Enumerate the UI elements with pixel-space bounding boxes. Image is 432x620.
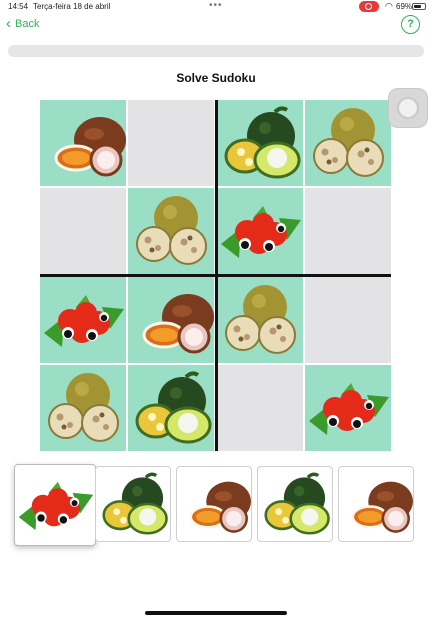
battery-icon [412,3,426,10]
wifi-icon: ◠ [385,1,393,11]
guarana-icon [309,383,389,435]
help-button[interactable]: ? [401,15,420,34]
longan-icon [48,373,119,442]
passion-fruit-icon [54,117,126,177]
board-cell-empty[interactable] [40,188,126,274]
sapote-lime-icon [135,371,212,444]
tray-piece-guarana[interactable] [14,464,96,546]
board-cell-empty[interactable] [305,188,391,274]
board-cell-filled [305,100,391,186]
battery-percent: 69% [396,2,413,11]
board-divider-horizontal [40,274,391,277]
board-cell-filled [128,365,214,451]
board-cell-empty[interactable] [217,365,303,451]
sapote-lime-icon [264,472,330,535]
board-cell-filled [305,365,391,451]
status-bar: 14:54 Terça-feira 18 de abril ••• ◠ 69% [0,0,432,14]
board-cell-filled [40,365,126,451]
passion-fruit-icon [142,294,214,354]
guarana-icon [44,295,124,347]
guarana-icon [221,206,301,258]
tray-piece-passion-fruit[interactable] [176,466,252,542]
longan-icon [225,285,296,354]
longan-icon [136,196,207,265]
board-cell-filled [128,188,214,274]
home-indicator[interactable] [145,611,287,615]
tray-piece-sapote-lime[interactable] [95,466,171,542]
sapote-lime-icon [224,106,301,179]
passion-fruit-icon [351,481,413,533]
board-cell-empty[interactable] [128,100,214,186]
back-label: Back [15,18,40,30]
multitask-dots-icon[interactable]: ••• [209,0,223,11]
guarana-icon [18,481,94,531]
back-button[interactable]: ‹ Back [6,15,40,32]
board-cell-filled [128,277,214,363]
board-cell-filled [217,277,303,363]
board-cell-filled [40,277,126,363]
status-time: 14:54 [8,2,29,11]
board-cell-filled [217,188,303,274]
page-title: Solve Sudoku [176,71,256,85]
tray-piece-sapote-lime[interactable] [257,466,333,542]
board-cell-filled [217,100,303,186]
passion-fruit-icon [189,481,251,533]
screen-record-icon [359,1,379,12]
chevron-left-icon: ‹ [6,15,11,32]
board-cell-filled [40,100,126,186]
progress-bar [8,45,424,57]
tray-piece-passion-fruit[interactable] [338,466,414,542]
assistive-touch-button[interactable] [388,88,428,128]
status-date: Terça-feira 18 de abril [33,2,111,11]
longan-icon [313,108,384,177]
sapote-lime-icon [102,472,168,535]
board-cell-empty[interactable] [305,277,391,363]
